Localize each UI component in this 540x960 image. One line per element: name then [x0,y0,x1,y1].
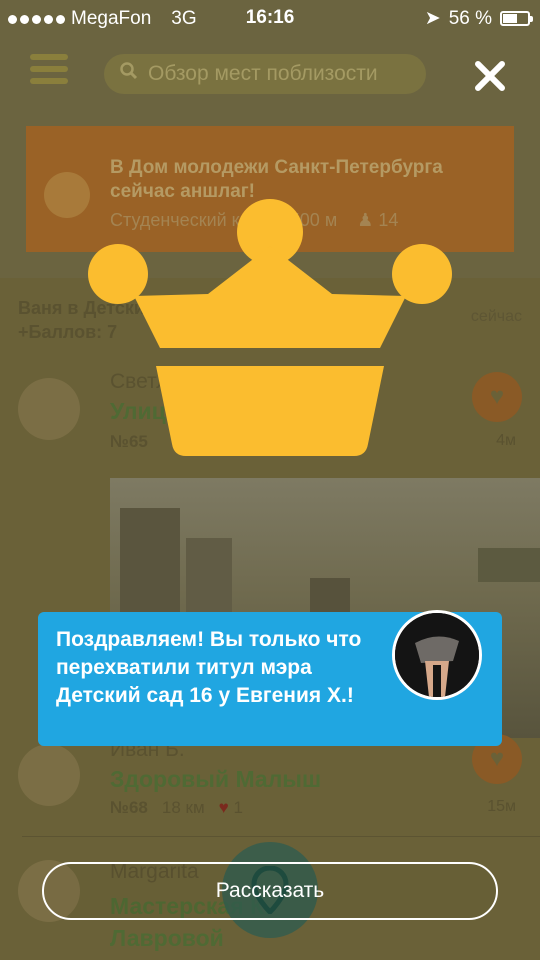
heart-icon: ♥ [218,798,229,817]
close-button[interactable] [468,54,512,98]
item-km: 18 км [161,798,205,817]
status-bar: MegaFon 3G 16:16 ➤ 56 % [0,0,540,36]
app-screen: MegaFon 3G 16:16 ➤ 56 % Обзор мест побли… [0,0,540,960]
location-arrow-icon: ➤ [424,8,441,29]
close-icon [475,61,505,91]
crown-icon [88,199,452,456]
avatar [18,744,80,806]
toast-message: Поздравляем! Вы только что перехватили т… [56,628,362,707]
menu-button[interactable] [30,54,68,88]
share-button[interactable]: Рассказать [42,862,498,920]
heart-icon: ♥ [489,745,505,772]
share-label: Рассказать [215,879,325,902]
mayor-toast: Поздравляем! Вы только что перехватили т… [38,610,502,746]
item-distance: 4м [496,432,516,449]
toast-avatar [392,610,482,700]
battery-icon [500,11,533,26]
heart-icon: ♥ [489,383,505,410]
search-placeholder: Обзор мест поблизости [148,62,378,85]
item-distance: 15м [487,798,516,815]
divider [22,836,540,837]
search-icon [120,62,138,86]
feed-header-time: сейчас [470,308,522,325]
item-place: Здоровый Малыш [110,766,322,792]
item-number: №68 [110,798,148,817]
trending-icon [44,172,90,218]
like-button[interactable]: ♥ [472,372,522,422]
search-input[interactable]: Обзор мест поблизости [104,54,426,94]
top-bar: Обзор мест поблизости [0,36,540,108]
item-likes: 1 [233,798,243,817]
avatar [18,378,80,440]
battery-percent: 56 % [448,7,492,29]
